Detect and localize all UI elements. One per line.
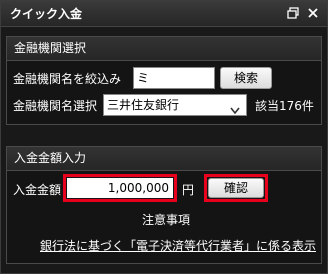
close-icon[interactable] bbox=[306, 6, 320, 20]
amount-input[interactable]: 1,000,000 bbox=[67, 178, 173, 198]
search-button[interactable]: 検索 bbox=[220, 67, 272, 89]
quick-deposit-window: クイック入金 金融機関選択 金融機関名を絞込み ミ 検索 金融機関名選択 三井住… bbox=[0, 0, 328, 274]
amount-label: 入金金額 bbox=[13, 183, 62, 197]
deposit-amount-heading: 入金金額入力 bbox=[7, 147, 321, 171]
notice-link[interactable]: 注意事項 bbox=[142, 211, 190, 228]
window-title: クイック入金 bbox=[10, 7, 83, 21]
chevron-down-icon bbox=[230, 101, 240, 121]
selected-bank: 三井住友銀行 bbox=[107, 98, 180, 112]
bank-filter-input[interactable]: ミ bbox=[133, 67, 215, 89]
disclosure-link[interactable]: 銀行法に基づく「電子決済等代行業者」に係る表示 bbox=[40, 237, 316, 254]
yen-unit: 円 bbox=[182, 183, 195, 197]
bank-select-heading: 金融機関選択 bbox=[7, 37, 321, 61]
restore-icon[interactable] bbox=[286, 6, 300, 20]
bank-select-label: 金融機関名選択 bbox=[13, 99, 98, 113]
bank-select-dropdown[interactable]: 三井住友銀行 bbox=[103, 94, 247, 116]
bank-filter-label: 金融機関名を絞込み bbox=[13, 72, 122, 86]
confirm-button[interactable]: 確認 bbox=[208, 178, 264, 198]
result-count: 該当176件 bbox=[255, 99, 314, 113]
title-bar[interactable]: クイック入金 bbox=[1, 1, 327, 27]
